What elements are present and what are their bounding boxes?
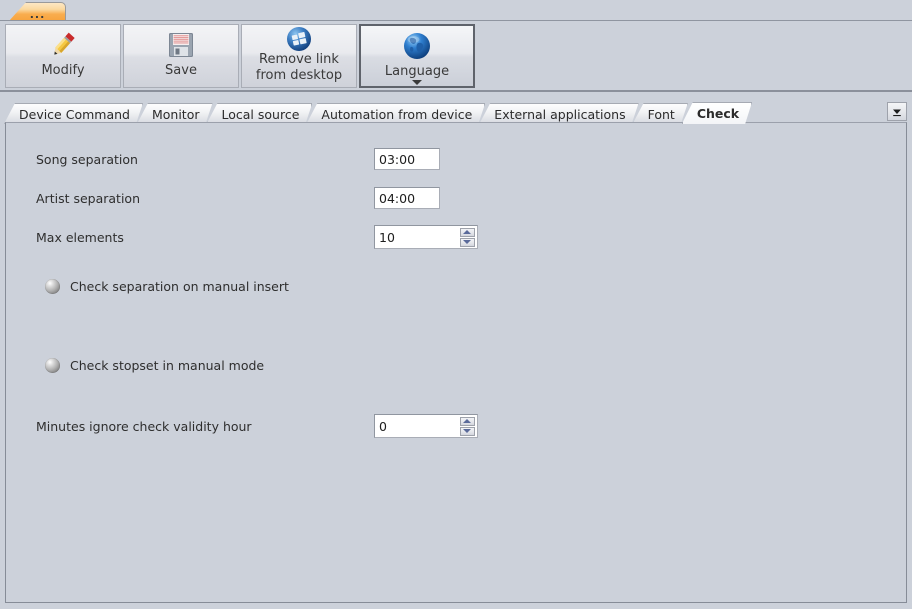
triangle-down-icon [463,240,471,244]
remove-link-label-line1: Remove link [259,52,339,67]
spinner-up-button[interactable] [459,416,475,426]
modify-button-label: Modify [41,63,85,78]
tab-local-source[interactable]: Local source [207,103,313,124]
song-separation-input[interactable]: 03:00 [374,148,440,170]
remove-link-label-line2: from desktop [255,68,343,83]
spinner-down-button[interactable] [459,237,475,247]
tab-external-applications[interactable]: External applications [479,103,638,124]
triangle-down-icon [463,429,471,433]
row-song-separation: Song separation 03:00 [6,146,906,172]
tab-device-command[interactable]: Device Command [4,103,143,124]
tab-bar: Device Command Monitor Local source Auto… [0,100,912,124]
floppy-disk-icon [166,28,196,62]
max-elements-label: Max elements [36,229,124,245]
artist-separation-label: Artist separation [36,190,140,206]
tab-automation-from-device[interactable]: Automation from device [306,103,485,124]
minutes-ignore-spinner-buttons [459,415,475,437]
check-settings-panel: Song separation 03:00 Artist separation … [5,122,907,603]
minutes-ignore-label: Minutes ignore check validity hour [36,418,252,434]
document-tab-label: ... [29,8,46,21]
tab-label: External applications [494,106,626,122]
tab-check[interactable]: Check [682,102,752,124]
tab-monitor[interactable]: Monitor [137,103,213,124]
globe-icon [402,29,432,63]
document-tabstrip: ... [0,0,912,21]
toolbar-button-group: Modify Save Remove link from desktop Lan… [5,24,477,88]
tab-list: Device Command Monitor Local source Auto… [4,100,746,124]
minutes-ignore-spinner[interactable]: 0 [374,414,478,438]
spinner-up-button[interactable] [459,227,475,237]
modify-button[interactable]: Modify [5,24,121,88]
max-elements-spinner[interactable]: 10 [374,225,478,249]
row-check-separation-on-manual-insert[interactable]: Check separation on manual insert [6,275,289,297]
tab-label: Check [696,106,740,121]
tab-label: Local source [221,106,300,122]
check-settings-form: Song separation 03:00 Artist separation … [6,123,906,602]
song-separation-label: Song separation [36,151,138,167]
triangle-up-icon [463,230,471,234]
windows-logo-icon [286,26,312,52]
toolbar: Modify Save Remove link from desktop Lan… [0,20,912,92]
minutes-ignore-value: 0 [379,418,387,434]
triangle-up-icon [463,419,471,423]
row-max-elements: Max elements 10 [6,224,906,250]
save-button[interactable]: Save [123,24,239,88]
remove-link-from-desktop-button[interactable]: Remove link from desktop [241,24,357,88]
chevron-down-icon [893,109,901,116]
tab-label: Automation from device [321,106,473,122]
tab-overflow-button[interactable] [887,102,907,121]
tab-font[interactable]: Font [633,103,688,124]
application-window: ... Modify Save Remove link from desktop… [0,0,912,609]
check-stopset-label: Check stopset in manual mode [70,357,265,373]
chevron-down-icon [412,80,422,85]
tab-label: Device Command [19,106,130,122]
save-button-label: Save [165,63,197,78]
pencil-icon [46,28,80,62]
check-separation-label: Check separation on manual insert [70,278,289,294]
max-elements-spinner-buttons [459,226,475,248]
max-elements-value: 10 [379,229,395,245]
spinner-down-button[interactable] [459,426,475,436]
language-button[interactable]: Language [359,24,475,88]
row-artist-separation: Artist separation 04:00 [6,185,906,211]
row-minutes-ignore-check-validity-hour: Minutes ignore check validity hour 0 [6,413,906,439]
tab-label: Monitor [151,106,200,122]
artist-separation-input[interactable]: 04:00 [374,187,440,209]
document-tab[interactable]: ... [9,2,66,21]
row-check-stopset-in-manual-mode[interactable]: Check stopset in manual mode [6,354,264,376]
check-separation-toggle-icon[interactable] [45,278,60,294]
tab-label: Font [647,106,675,122]
check-stopset-toggle-icon[interactable] [45,357,60,373]
language-button-label: Language [384,64,450,79]
